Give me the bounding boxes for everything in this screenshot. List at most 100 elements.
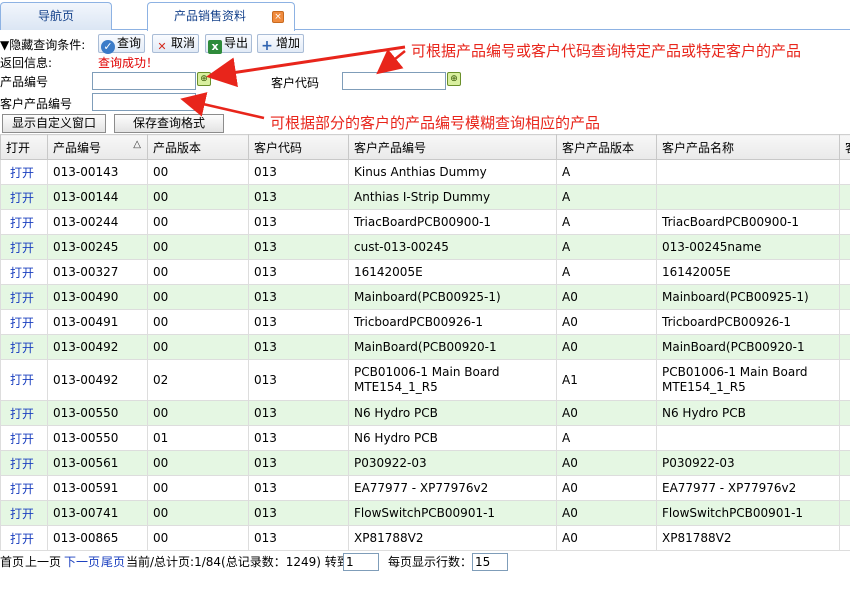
cell-cust-version: A xyxy=(556,184,657,210)
sort-asc-icon: △ xyxy=(133,138,141,150)
cell-overflow xyxy=(839,500,850,526)
cell-customer: 013 xyxy=(248,309,349,335)
product-no-input[interactable] xyxy=(92,72,196,90)
cell-version: 00 xyxy=(147,309,249,335)
export-button[interactable]: x 导出 xyxy=(205,34,253,54)
column-header[interactable]: 客户产品版本 xyxy=(556,134,657,160)
show-custom-window-button[interactable]: 显示自定义窗口 xyxy=(2,114,106,133)
open-link[interactable]: 打开 xyxy=(0,500,48,526)
cell-cust-version: A0 xyxy=(556,500,657,526)
cell-cust-product-no: P030922-03 xyxy=(348,450,557,476)
cell-cust-name: TriacBoardPCB00900-1 xyxy=(656,209,840,235)
table-row[interactable]: 打开 013-00144 00 013 Anthias I-Strip Dummy A xyxy=(0,184,850,210)
open-link[interactable]: 打开 xyxy=(0,209,48,235)
open-link[interactable]: 打开 xyxy=(0,334,48,360)
cell-cust-version: A0 xyxy=(556,334,657,360)
cell-cust-name: EA77977 - XP77976v2 xyxy=(656,475,840,501)
lookup-icon[interactable]: ⊕ xyxy=(197,72,211,86)
cell-overflow xyxy=(839,359,850,401)
cell-cust-name xyxy=(656,425,840,451)
table-row[interactable]: 打开 013-00492 00 013 MainBoard(PCB00920-1 A0 Ma… xyxy=(0,334,850,360)
table-row[interactable]: 打开 013-00550 01 013 N6 Hydro PCB A xyxy=(0,425,850,451)
cell-cust-version: A xyxy=(556,259,657,285)
product-no-label: 产品编号 xyxy=(0,75,49,89)
table-row[interactable]: 打开 013-00244 00 013 TriacBoardPCB00900-1 A Tri… xyxy=(0,209,850,235)
cell-customer: 013 xyxy=(248,259,349,285)
tab-navigation-label: 导航页 xyxy=(37,9,74,23)
per-page-label: 每页显示行数： xyxy=(388,555,473,569)
customer-product-no-input[interactable] xyxy=(92,93,196,111)
search-button[interactable]: ✓ 查询 xyxy=(98,34,146,54)
open-link[interactable]: 打开 xyxy=(0,284,48,310)
tab-navigation[interactable]: 导航页 xyxy=(0,2,112,30)
cell-cust-product-no: MainBoard(PCB00920-1 xyxy=(348,334,557,360)
cell-cust-product-no: FlowSwitchPCB00901-1 xyxy=(348,500,557,526)
open-link[interactable]: 打开 xyxy=(0,259,48,285)
cell-product-no: 013-00491 xyxy=(47,309,148,335)
table-row[interactable]: 打开 013-00865 00 013 XP81788V2 A0 XP81788V2 xyxy=(0,525,850,551)
open-link[interactable]: 打开 xyxy=(0,184,48,210)
cell-cust-version: A1 xyxy=(556,359,657,401)
annotation-bottom: 可根据部分的客户的产品编号模糊查询相应的产品 xyxy=(270,114,601,132)
table-row[interactable]: 打开 013-00492 02 013 PCB01006-1 Main Board MT… xyxy=(0,359,850,401)
cell-overflow xyxy=(839,400,850,426)
cell-overflow xyxy=(839,309,850,335)
column-header[interactable]: 客 xyxy=(839,134,850,160)
next-page-link[interactable]: 下一页 xyxy=(64,552,100,572)
lookup-icon[interactable]: ⊕ xyxy=(447,72,461,86)
open-link[interactable]: 打开 xyxy=(0,400,48,426)
per-page-input[interactable] xyxy=(472,553,508,571)
customer-code-input[interactable] xyxy=(342,72,446,90)
cell-cust-version: A0 xyxy=(556,525,657,551)
open-link[interactable]: 打开 xyxy=(0,450,48,476)
cell-cust-name: MainBoard(PCB00920-1 xyxy=(656,334,840,360)
column-header[interactable]: 客户产品名称 xyxy=(656,134,840,160)
table-row[interactable]: 打开 013-00245 00 013 cust-013-00245 A 013-00245… xyxy=(0,234,850,260)
cell-product-no: 013-00244 xyxy=(47,209,148,235)
last-page-link[interactable]: 尾页 xyxy=(101,552,125,572)
column-header[interactable]: 打开 xyxy=(0,134,48,160)
open-link[interactable]: 打开 xyxy=(0,159,48,185)
column-header[interactable]: 客户代码 xyxy=(248,134,349,160)
cell-version: 02 xyxy=(147,359,249,401)
table-row[interactable]: 打开 013-00741 00 013 FlowSwitchPCB00901-1 A0 Fl… xyxy=(0,500,850,526)
open-link[interactable]: 打开 xyxy=(0,525,48,551)
customer-code-label: 客户代码 xyxy=(271,76,320,90)
table-row[interactable]: 打开 013-00491 00 013 TricboardPCB00926-1 A0 Tri… xyxy=(0,309,850,335)
table-row[interactable]: 打开 013-00143 00 013 Kinus Anthias Dummy A xyxy=(0,159,850,185)
open-link[interactable]: 打开 xyxy=(0,359,48,401)
cell-customer: 013 xyxy=(248,359,349,401)
close-icon[interactable]: × xyxy=(272,11,284,23)
cell-cust-version: A0 xyxy=(556,284,657,310)
table-row[interactable]: 打开 013-00591 00 013 EA77977 - XP77976v2 A0 EA7… xyxy=(0,475,850,501)
table-row[interactable]: 打开 013-00561 00 013 P030922-03 A0 P030922-03 xyxy=(0,450,850,476)
cell-cust-name: TricboardPCB00926-1 xyxy=(656,309,840,335)
open-link[interactable]: 打开 xyxy=(0,234,48,260)
first-page-link[interactable]: 首页 xyxy=(0,552,24,572)
cell-cust-name: FlowSwitchPCB00901-1 xyxy=(656,500,840,526)
table-row[interactable]: 打开 013-00327 00 013 16142005E A 16142005E xyxy=(0,259,850,285)
cancel-button[interactable]: ✕ 取消 xyxy=(152,34,200,53)
cell-product-no: 013-00492 xyxy=(47,334,148,360)
save-query-format-button[interactable]: 保存查询格式 xyxy=(114,114,224,133)
column-header[interactable]: 客户产品编号 xyxy=(348,134,557,160)
column-header[interactable]: 产品版本 xyxy=(147,134,249,160)
tab-product-sales[interactable]: 产品销售资料 × xyxy=(147,2,295,31)
table-row[interactable]: 打开 013-00490 00 013 Mainboard(PCB00925-1) A0 M… xyxy=(0,284,850,310)
cell-product-no: 013-00550 xyxy=(47,425,148,451)
add-button[interactable]: + 增加 xyxy=(257,34,305,53)
cell-customer: 013 xyxy=(248,209,349,235)
goto-page-input[interactable] xyxy=(343,553,379,571)
toggle-query-conditions[interactable]: ▼隐藏查询条件: xyxy=(0,36,85,53)
cell-product-no: 013-00492 xyxy=(47,359,148,401)
column-header-sorted[interactable]: 产品编号 △ xyxy=(47,134,148,160)
cell-version: 00 xyxy=(147,475,249,501)
open-link[interactable]: 打开 xyxy=(0,425,48,451)
cell-version: 00 xyxy=(147,159,249,185)
cell-cust-version: A0 xyxy=(556,450,657,476)
open-link[interactable]: 打开 xyxy=(0,475,48,501)
cell-product-no: 013-00490 xyxy=(47,284,148,310)
open-link[interactable]: 打开 xyxy=(0,309,48,335)
table-row[interactable]: 打开 013-00550 00 013 N6 Hydro PCB A0 N6 Hydro P… xyxy=(0,400,850,426)
prev-page-link[interactable]: 上一页 xyxy=(25,552,61,572)
